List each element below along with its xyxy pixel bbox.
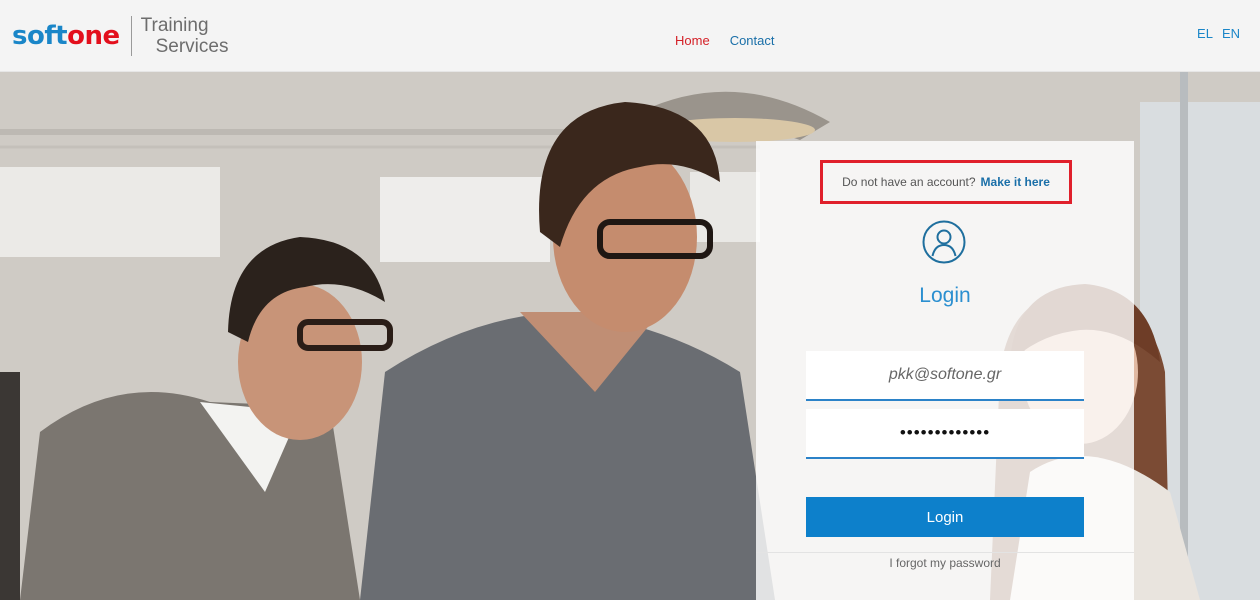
nav-contact-link[interactable]: Contact (730, 33, 775, 48)
signup-prompt-text: Do not have an account? (842, 175, 976, 189)
login-button[interactable]: Login (806, 497, 1084, 537)
logo-divider (130, 16, 132, 56)
site-header: softone Training Services Home Contact E… (0, 0, 1260, 72)
login-panel: Do not have an account? Make it here Log… (756, 141, 1134, 600)
forgot-password-link[interactable]: I forgot my password (756, 556, 1134, 570)
softone-logo[interactable]: softone Training Services (12, 13, 228, 59)
logo-soft-text: soft (12, 21, 68, 51)
main-nav: Home Contact (675, 33, 775, 48)
password-input[interactable] (806, 409, 1084, 459)
logo-one-text: one (67, 21, 120, 51)
make-account-link[interactable]: Make it here (981, 175, 1050, 189)
logo-subtitle: Training Services (141, 15, 229, 57)
panel-divider (756, 552, 1134, 553)
nav-home-link[interactable]: Home (675, 33, 710, 48)
signup-prompt-box: Do not have an account? Make it here (820, 160, 1072, 204)
logo-wordmark: softone (12, 23, 120, 49)
user-circle-icon (922, 220, 966, 264)
language-en-link[interactable]: EN (1222, 26, 1240, 41)
logo-line-services: Services (155, 36, 229, 57)
login-title: Login (919, 284, 971, 307)
email-input[interactable] (806, 351, 1084, 401)
language-switcher: EL EN (1197, 26, 1240, 41)
logo-line-training: Training (140, 15, 209, 36)
language-el-link[interactable]: EL (1197, 26, 1213, 41)
